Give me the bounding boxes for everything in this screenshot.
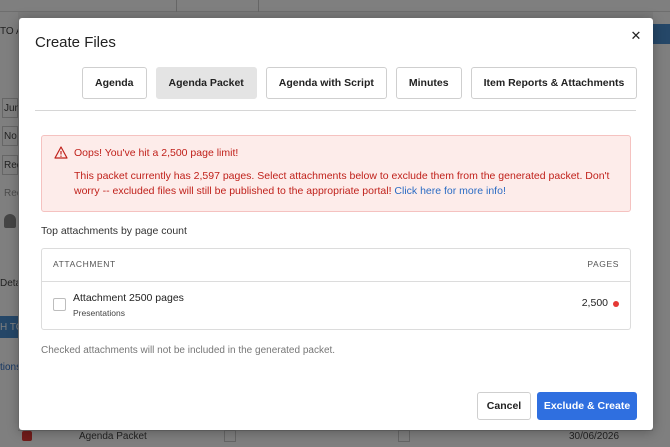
file-type-tabs: Agenda Agenda Packet Agenda with Script … xyxy=(82,67,638,99)
column-header-attachment: ATTACHMENT xyxy=(53,259,116,269)
over-limit-indicator xyxy=(613,301,619,307)
exclude-checkbox[interactable] xyxy=(53,298,66,311)
attachment-category: Presentations xyxy=(73,308,125,318)
table-row: Attachment 2500 pages Presentations 2,50… xyxy=(42,282,630,329)
tab-item-reports-attachments[interactable]: Item Reports & Attachments xyxy=(470,67,638,99)
tab-agenda[interactable]: Agenda xyxy=(82,67,147,99)
attachments-table: ATTACHMENT PAGES Attachment 2500 pages P… xyxy=(41,248,631,330)
alert-message: This packet currently has 2,597 pages. S… xyxy=(74,169,614,199)
more-info-link[interactable]: Click here for more info! xyxy=(394,185,505,197)
page-count: 2,500 xyxy=(581,297,608,309)
section-label: Top attachments by page count xyxy=(41,225,187,237)
tab-minutes[interactable]: Minutes xyxy=(395,67,462,99)
alert-body-text: This packet currently has 2,597 pages. S… xyxy=(74,170,610,197)
create-files-modal: Create Files ✕ Agenda Agenda Packet Agen… xyxy=(19,18,653,430)
alert-title: Oops! You've hit a 2,500 page limit! xyxy=(74,147,239,159)
warning-icon xyxy=(54,146,68,159)
cancel-button[interactable]: Cancel xyxy=(477,392,531,420)
tab-divider xyxy=(35,110,636,111)
close-button[interactable]: ✕ xyxy=(627,27,645,45)
tab-agenda-with-script[interactable]: Agenda with Script xyxy=(265,67,387,99)
page-limit-alert: Oops! You've hit a 2,500 page limit! Thi… xyxy=(41,135,631,212)
table-header: ATTACHMENT PAGES xyxy=(42,249,630,282)
close-icon: ✕ xyxy=(630,28,642,43)
modal-title: Create Files xyxy=(35,34,116,51)
column-header-pages: PAGES xyxy=(587,259,619,269)
exclusion-note: Checked attachments will not be included… xyxy=(41,345,336,356)
tab-agenda-packet[interactable]: Agenda Packet xyxy=(155,67,257,99)
attachment-title: Attachment 2500 pages xyxy=(73,292,184,304)
exclude-and-create-button[interactable]: Exclude & Create xyxy=(537,392,637,420)
